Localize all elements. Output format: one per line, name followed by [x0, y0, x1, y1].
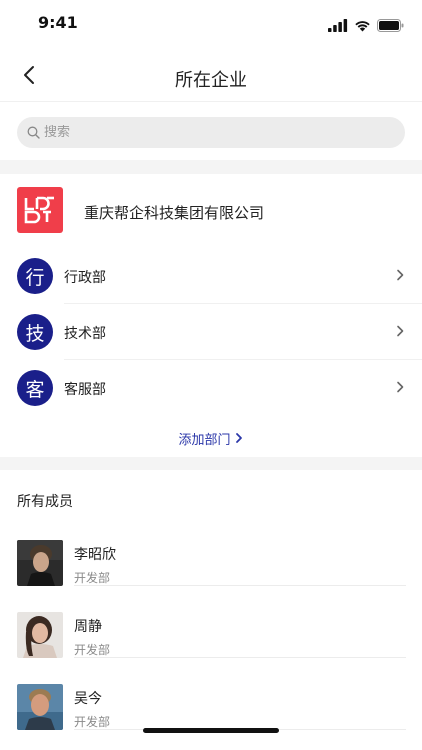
avatar: [17, 684, 63, 730]
member-item[interactable]: 李昭欣 开发部: [0, 540, 422, 612]
section-divider: [0, 457, 422, 470]
department-item-admin[interactable]: 行 行政部: [0, 248, 422, 304]
member-name: 周静: [74, 619, 102, 635]
company-row: 重庆帮企科技集团有限公司: [0, 174, 422, 248]
department-name: 行政部: [64, 270, 106, 286]
member-name: 李昭欣: [74, 547, 116, 563]
chevron-right-icon: [397, 381, 404, 393]
cellular-signal-icon: [328, 19, 348, 32]
member-item[interactable]: 周静 开发部: [0, 612, 422, 684]
department-item-service[interactable]: 客 客服部: [0, 360, 422, 416]
battery-icon: [377, 19, 404, 32]
company-name: 重庆帮企科技集团有限公司: [84, 204, 265, 222]
department-avatar: 客: [17, 370, 53, 406]
chevron-right-icon: [397, 269, 404, 281]
company-logo-mark: [24, 196, 54, 224]
search-bar[interactable]: [17, 117, 405, 148]
navigation-bar: 所在企业: [0, 46, 422, 102]
search-section: [0, 103, 422, 160]
add-department-label: 添加部门: [178, 432, 231, 448]
avatar: [17, 540, 63, 586]
member-department: 开发部: [74, 715, 111, 729]
department-avatar: 行: [17, 258, 53, 294]
department-item-tech[interactable]: 技 技术部: [0, 304, 422, 360]
divider: [74, 585, 406, 586]
add-department-link[interactable]: 添加部门: [0, 427, 422, 449]
members-section-title: 所有成员: [17, 494, 73, 510]
member-name: 吴今: [74, 691, 102, 707]
status-bar: 9:41: [0, 0, 422, 46]
avatar: [17, 612, 63, 658]
chevron-right-icon: [235, 433, 242, 443]
member-item[interactable]: 吴今 开发部: [0, 684, 422, 750]
department-name: 技术部: [64, 326, 106, 342]
wifi-icon: [355, 21, 370, 32]
member-department: 开发部: [74, 571, 111, 585]
department-name: 客服部: [64, 382, 106, 398]
chevron-right-icon: [397, 325, 404, 337]
department-avatar: 技: [17, 314, 53, 350]
status-icons: [328, 19, 404, 32]
company-logo: [17, 187, 63, 233]
divider: [74, 657, 406, 658]
home-indicator: [143, 728, 279, 733]
page-title: 所在企业: [175, 70, 247, 91]
status-time: 9:41: [38, 13, 78, 32]
member-department: 开发部: [74, 643, 111, 657]
search-input[interactable]: [44, 125, 374, 140]
section-divider: [0, 160, 422, 174]
search-icon: [27, 126, 40, 139]
